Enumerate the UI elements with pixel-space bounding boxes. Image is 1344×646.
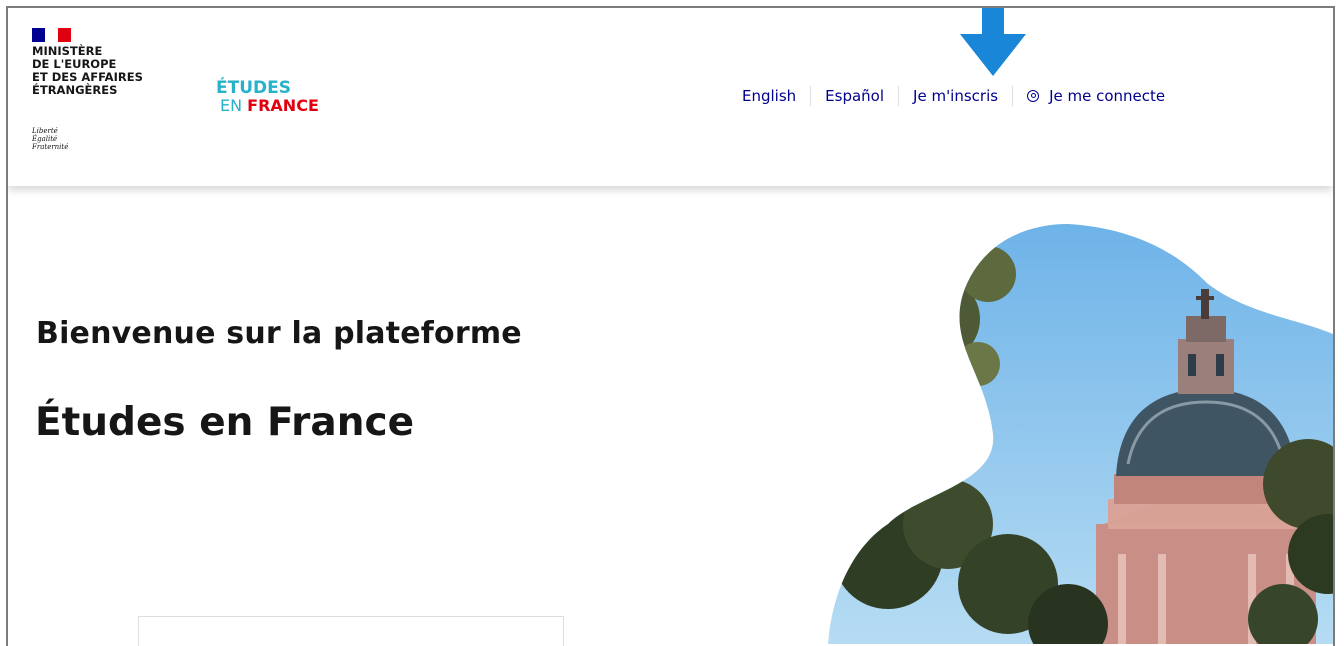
nav-link-login[interactable]: Je me connecte	[1013, 87, 1179, 105]
republic-motto: Liberté Égalité Fraternité	[32, 127, 69, 151]
brand-line-2-en: EN	[220, 96, 248, 115]
brand-line-2-france: FRANCE	[247, 96, 319, 115]
ministry-name: MINISTÈRE DE L'EUROPE ET DES AFFAIRES ÉT…	[32, 44, 143, 97]
login-card	[138, 616, 564, 646]
etudes-en-france-logo[interactable]: ÉTUDES EN FRANCE	[216, 78, 319, 115]
user-circle-icon	[1027, 90, 1040, 102]
brand-line-2: EN FRANCE	[220, 97, 319, 114]
nav-link-login-label: Je me connecte	[1049, 87, 1166, 105]
site-header: MINISTÈRE DE L'EUROPE ET DES AFFAIRES ÉT…	[8, 8, 1333, 186]
browser-frame: MINISTÈRE DE L'EUROPE ET DES AFFAIRES ÉT…	[6, 6, 1335, 646]
nav-link-english[interactable]: English	[728, 87, 810, 105]
hero-cathedral-image	[828, 224, 1333, 644]
hero-subtitle: Bienvenue sur la plateforme	[36, 316, 522, 351]
hero-title: Études en France	[35, 400, 415, 445]
header-nav: English Español Je m'inscris Je me conne…	[728, 81, 1179, 111]
nav-link-espanol[interactable]: Español	[811, 87, 898, 105]
brand-line-1: ÉTUDES	[216, 78, 291, 98]
republic-flag-logo[interactable]	[32, 28, 71, 42]
nav-link-register[interactable]: Je m'inscris	[899, 87, 1012, 105]
annotation-arrow-down-icon	[960, 8, 1026, 76]
